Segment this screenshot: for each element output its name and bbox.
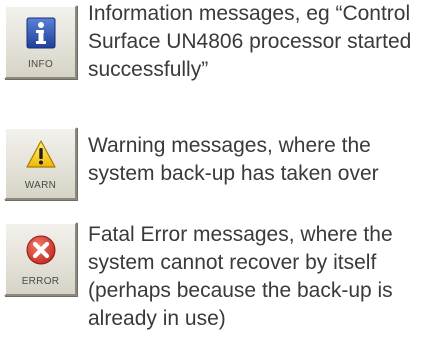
info-caption: INFO: [27, 59, 54, 70]
warning-icon: [25, 140, 56, 168]
warning-message-text: Warning messages, where the system back-…: [88, 134, 379, 185]
error-icon: [26, 235, 55, 265]
info-message-text: Information messages, eg “Control Surfac…: [88, 2, 412, 81]
info-tile: INFO: [4, 5, 77, 79]
error-tile: ERROR: [4, 222, 77, 296]
warning-tile: WARN: [4, 127, 77, 200]
error-caption: ERROR: [21, 276, 60, 287]
error-message-text: Fatal Error messages, where the system c…: [88, 223, 393, 330]
warning-caption: WARN: [24, 180, 57, 191]
info-icon: [26, 17, 55, 49]
